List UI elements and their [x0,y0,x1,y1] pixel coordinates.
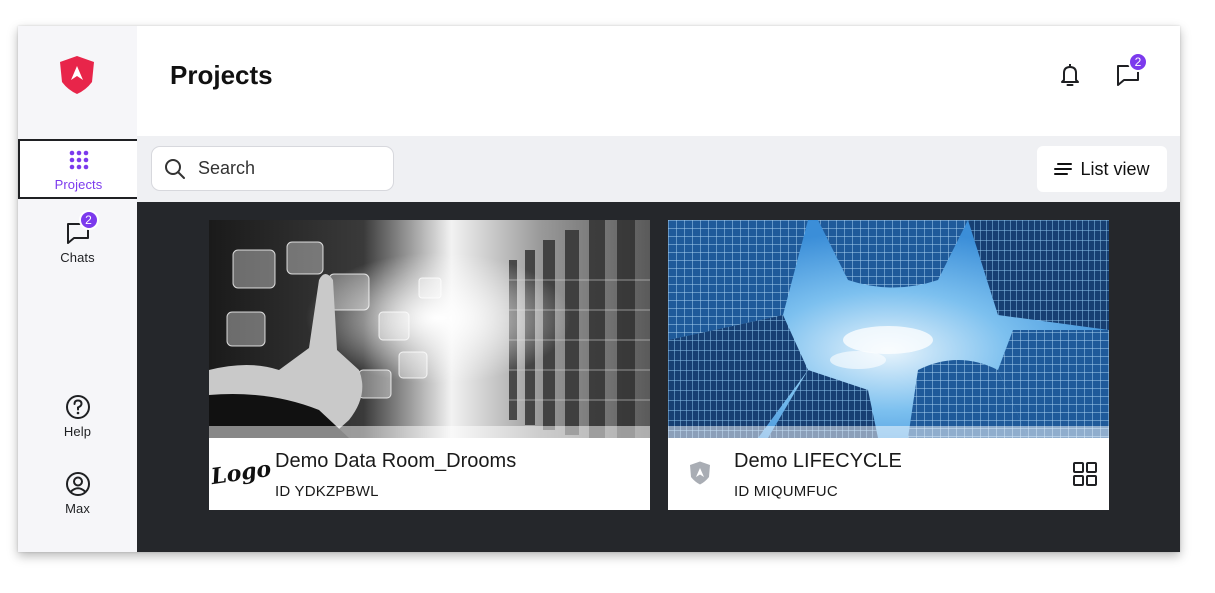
header: Projects 2 [137,26,1180,136]
grid-view-button[interactable] [1071,460,1099,488]
project-image-server-room [209,220,650,438]
list-icon [1054,162,1073,176]
search-input[interactable] [196,157,380,180]
sidebar-item-chats[interactable]: 2 Chats [18,209,137,272]
sidebar-item-user[interactable]: Max [18,463,137,523]
notifications-button[interactable] [1055,62,1085,92]
project-info: Logo Demo Data Room_Drooms ID YDKZPBWL [209,438,650,510]
sidebar-item-projects[interactable]: Projects [18,139,137,199]
messages-button[interactable]: 2 [1113,52,1148,92]
sidebar-item-label: Max [65,500,90,516]
search-icon [164,158,186,180]
sidebar-item-label: Projects [54,176,103,192]
brand-logo-icon[interactable] [56,54,98,96]
dots-grid-icon [66,147,92,173]
user-circle-icon [65,471,91,497]
project-card[interactable]: Logo Demo Data Room_Drooms ID YDKZPBWL [209,220,650,510]
toolbar: List view [137,136,1180,202]
search-box[interactable] [151,146,394,191]
project-info: Demo LIFECYCLE ID MIQUMFUC [668,438,1109,510]
bell-icon [1058,62,1082,93]
sidebar-item-label: Help [63,423,92,439]
messages-badge: 2 [1128,52,1148,72]
chats-badge: 2 [78,209,99,230]
chat-bubble-icon: 2 [65,209,99,246]
project-card[interactable]: Demo LIFECYCLE ID MIQUMFUC [668,220,1109,510]
project-logo-text: Logo [209,455,273,491]
project-id: ID YDKZPBWL [275,483,379,500]
list-view-button[interactable]: List view [1037,146,1167,192]
project-logo: Logo [209,446,272,500]
project-title: Demo Data Room_Drooms [275,450,517,472]
projects-grid: Logo Demo Data Room_Drooms ID YDKZPBWL D… [137,202,1180,552]
app-window: Projects 2 Chats Help Max Projects 2 Sea… [18,26,1180,552]
sidebar: Projects 2 Chats Help Max [18,26,137,552]
project-image-skyscrapers [668,220,1109,438]
project-title: Demo LIFECYCLE [734,450,902,472]
project-id: ID MIQUMFUC [734,483,838,500]
shield-logo-icon [678,446,722,500]
page-title: Projects [170,60,273,90]
help-circle-icon [65,394,91,420]
sidebar-item-help[interactable]: Help [18,386,137,446]
grid-view-icon [1072,461,1098,487]
list-view-label: List view [1080,158,1150,179]
sidebar-item-label: Chats [60,249,95,265]
